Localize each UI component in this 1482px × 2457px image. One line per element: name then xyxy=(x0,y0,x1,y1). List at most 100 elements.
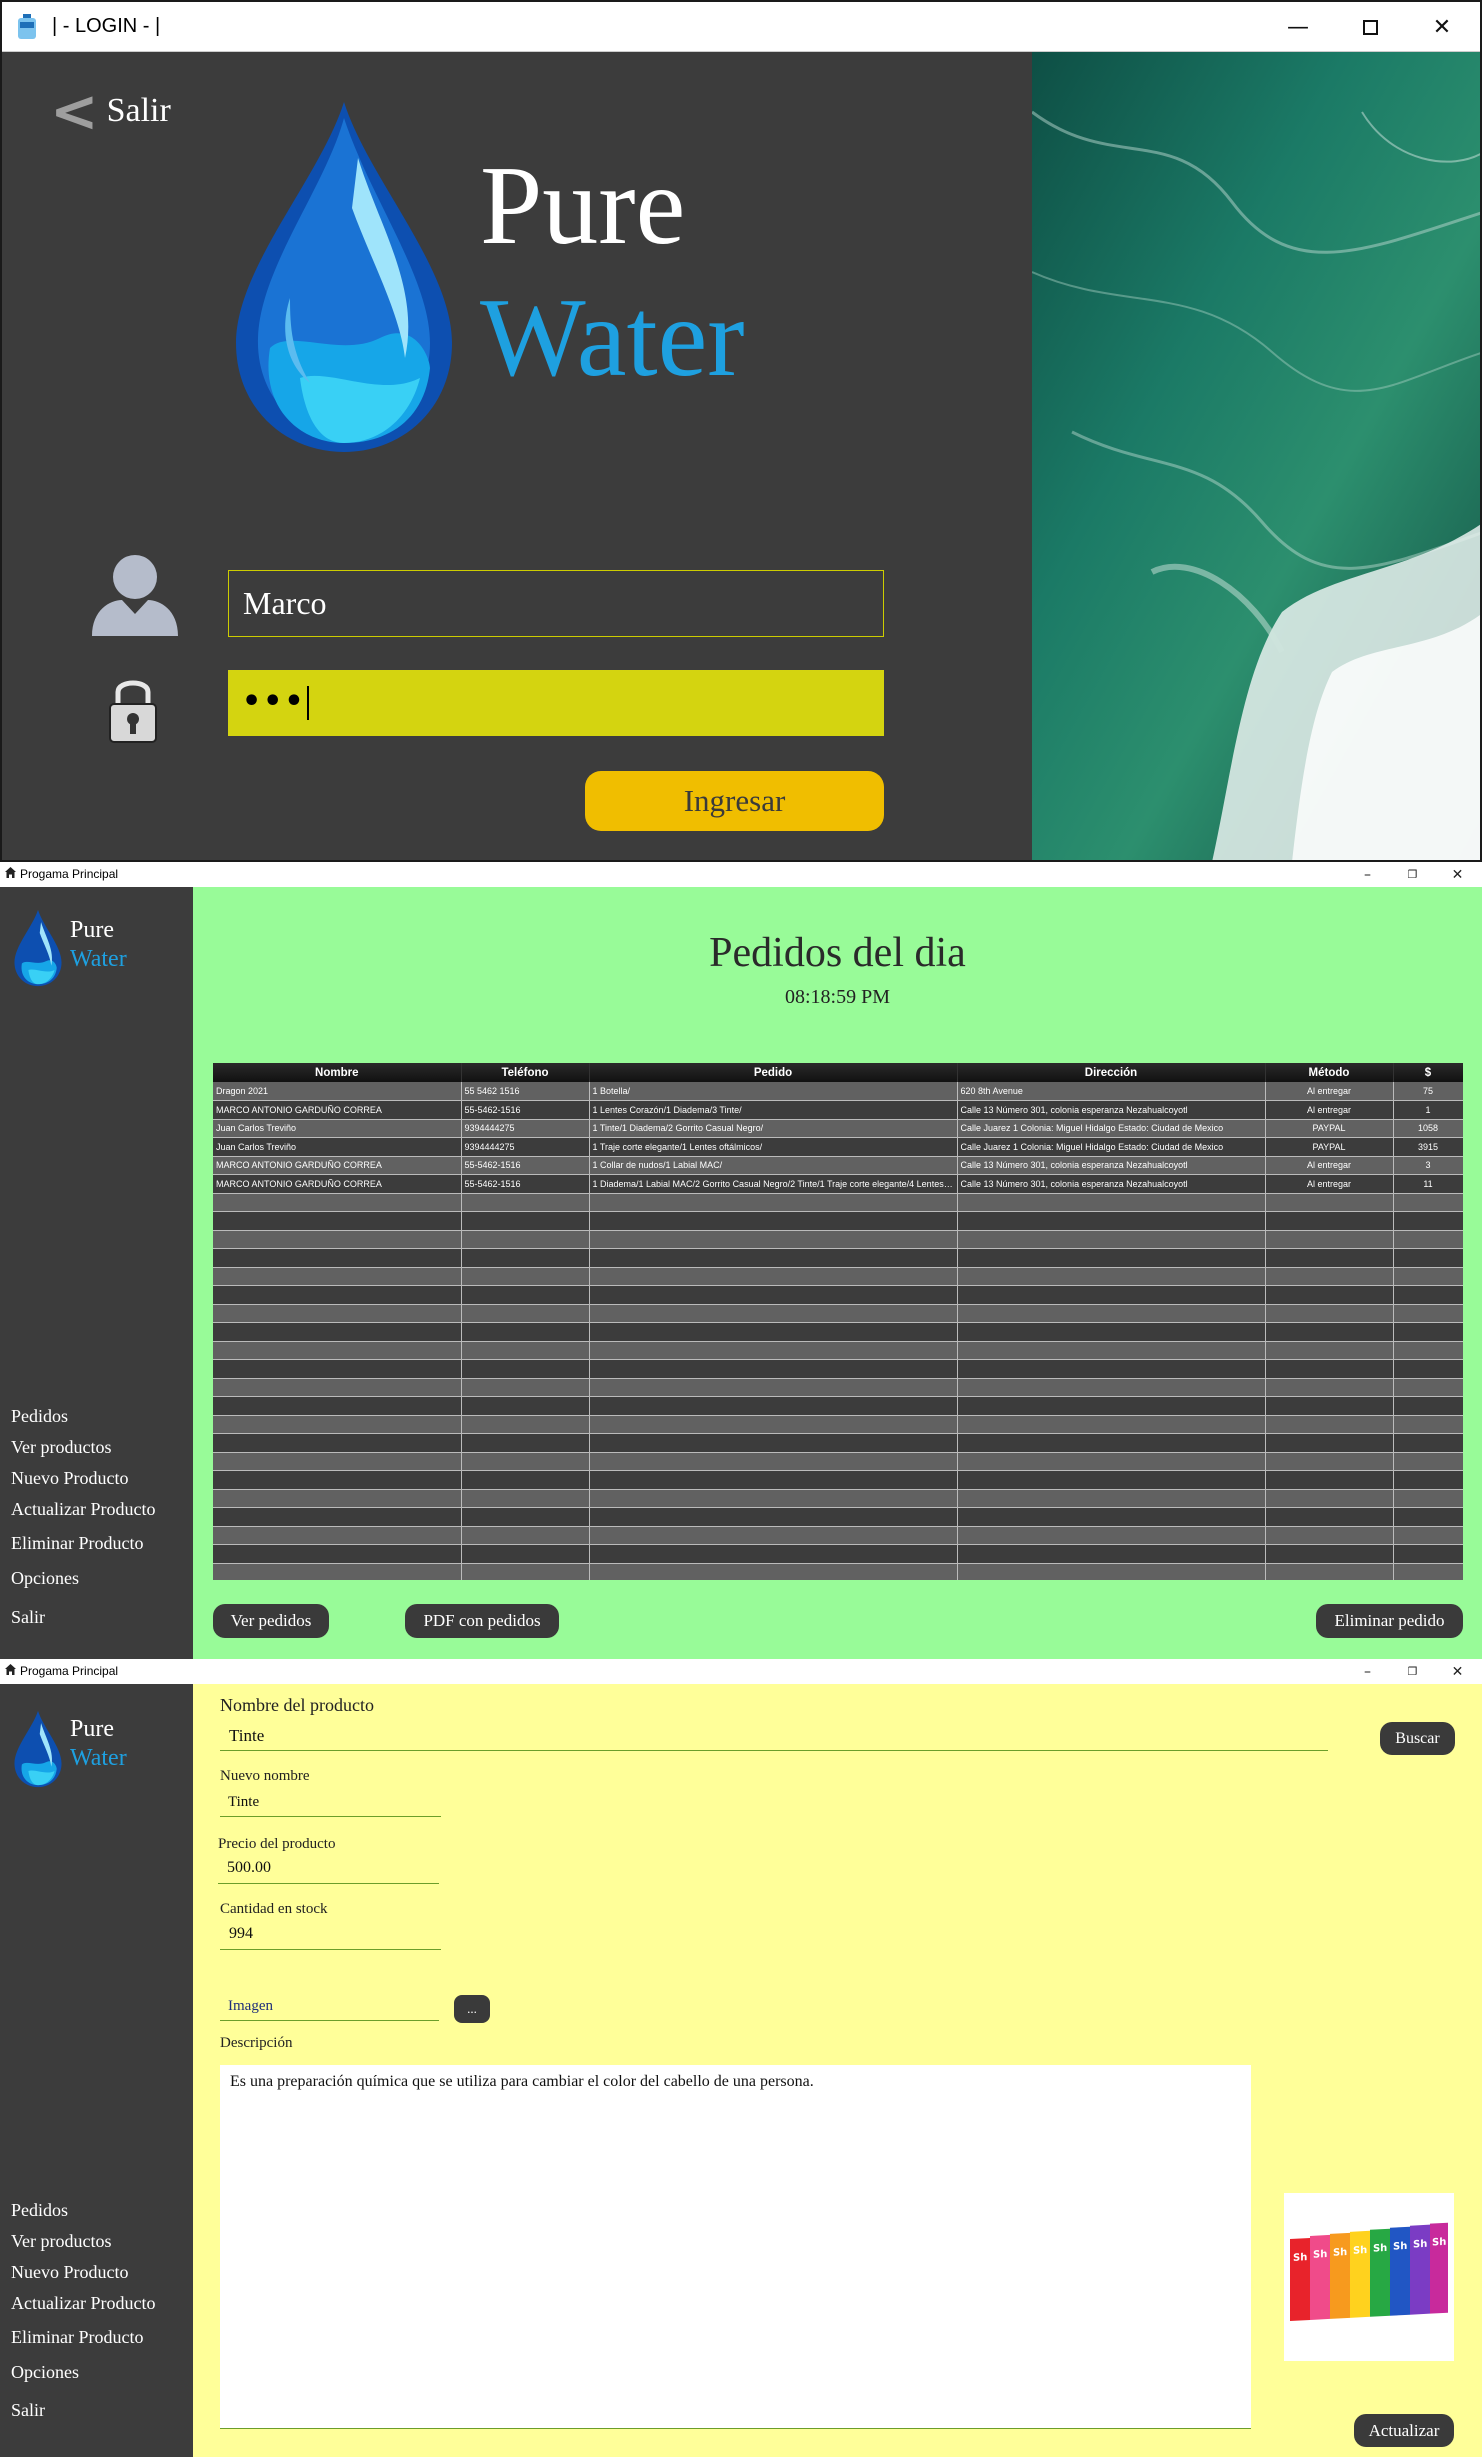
water-drop-icon xyxy=(14,1710,62,1788)
table-cell xyxy=(957,1526,1266,1545)
price-field[interactable]: 500.00 xyxy=(218,1856,439,1884)
update-window-title: Progama Principal xyxy=(20,1664,119,1678)
close-icon: ✕ xyxy=(1451,866,1464,883)
svg-text:Sh: Sh xyxy=(1333,2247,1347,2259)
table-cell xyxy=(213,1489,462,1508)
empty-table-row[interactable] xyxy=(213,1359,1463,1379)
table-row[interactable]: Dragon 2021 55 5462 1516 1 Botella/620 8th… xyxy=(213,1082,1463,1101)
stock-field[interactable]: 994 xyxy=(220,1922,441,1950)
home-icon xyxy=(5,1664,16,1675)
close-button[interactable]: ✕ xyxy=(1435,862,1480,887)
nav-salir[interactable]: Salir xyxy=(11,2400,45,2421)
table-cell xyxy=(461,1211,590,1231)
empty-table-row[interactable] xyxy=(213,1470,1463,1490)
empty-table-row[interactable] xyxy=(213,1285,1463,1305)
column-header-telefono[interactable]: Teléfono xyxy=(461,1063,590,1082)
table-cell xyxy=(1393,1285,1463,1305)
empty-table-row[interactable] xyxy=(213,1415,1463,1434)
empty-table-row[interactable] xyxy=(213,1544,1463,1564)
nav-actualizar-producto[interactable]: Actualizar Producto xyxy=(11,2293,155,2314)
nav-ver-productos[interactable]: Ver productos xyxy=(11,1437,111,1458)
close-icon: ✕ xyxy=(1451,1663,1464,1680)
column-header-direccion[interactable]: Dirección xyxy=(957,1063,1266,1082)
minimize-button[interactable]: — xyxy=(1262,2,1334,52)
nav-ver-productos[interactable]: Ver productos xyxy=(11,2231,111,2252)
empty-table-row[interactable] xyxy=(213,1211,1463,1231)
empty-table-row[interactable] xyxy=(213,1489,1463,1508)
nav-salir[interactable]: Salir xyxy=(11,1607,45,1628)
delete-order-button[interactable]: Eliminar pedido xyxy=(1316,1604,1463,1638)
password-mask: ••• xyxy=(242,684,306,719)
nav-opciones[interactable]: Opciones xyxy=(11,1568,79,1589)
table-cell xyxy=(957,1211,1266,1231)
nav-eliminar-producto[interactable]: Eliminar Producto xyxy=(11,1533,143,1554)
table-row[interactable]: Juan Carlos Treviño 9394444275 1 Traje cor… xyxy=(213,1137,1463,1157)
table-cell xyxy=(589,1470,958,1490)
table-cell: Al entregar xyxy=(1265,1156,1394,1175)
empty-table-row[interactable] xyxy=(213,1304,1463,1323)
table-cell xyxy=(1393,1248,1463,1268)
empty-table-row[interactable] xyxy=(213,1267,1463,1286)
nav-actualizar-producto[interactable]: Actualizar Producto xyxy=(11,1499,155,1520)
close-button[interactable]: ✕ xyxy=(1435,1659,1480,1684)
table-cell xyxy=(1393,1322,1463,1342)
search-button[interactable]: Buscar xyxy=(1380,1722,1455,1755)
empty-table-row[interactable] xyxy=(213,1322,1463,1342)
username-field[interactable]: Marco xyxy=(228,570,884,637)
nav-eliminar-producto[interactable]: Eliminar Producto xyxy=(11,2327,143,2348)
login-titlebar: | - LOGIN - | — ✕ xyxy=(2,2,1480,52)
table-cell xyxy=(1265,1396,1394,1416)
restore-button[interactable]: ❐ xyxy=(1390,862,1435,887)
table-row[interactable]: Juan Carlos Treviño 9394444275 1 Tinte/1 D… xyxy=(213,1119,1463,1138)
table-cell xyxy=(1393,1359,1463,1379)
description-textarea[interactable]: Es una preparación química que se utiliz… xyxy=(220,2065,1251,2429)
view-orders-button[interactable]: Ver pedidos xyxy=(213,1604,329,1638)
nav-opciones[interactable]: Opciones xyxy=(11,2362,79,2383)
table-cell: Calle 13 Número 301, colonia esperanza N… xyxy=(957,1100,1266,1120)
table-cell xyxy=(1393,1470,1463,1490)
nav-nuevo-producto[interactable]: Nuevo Producto xyxy=(11,1468,128,1489)
password-field[interactable]: ••• xyxy=(228,670,884,736)
table-cell: 1 Tinte/1 Diadema/2 Gorrito Casual Negro… xyxy=(589,1119,958,1138)
empty-table-row[interactable] xyxy=(213,1378,1463,1397)
empty-table-row[interactable] xyxy=(213,1341,1463,1360)
table-row[interactable]: MARCO ANTONIO GARDUÑO CORREA 55-5462-1516… xyxy=(213,1174,1463,1194)
product-name-field[interactable]: Tinte xyxy=(220,1724,1328,1751)
orders-table[interactable]: Nombre Teléfono Pedido Dirección Método … xyxy=(213,1063,1463,1580)
nav-pedidos[interactable]: Pedidos xyxy=(11,1406,68,1427)
table-row[interactable]: MARCO ANTONIO GARDUÑO CORREA 55-5462-1516… xyxy=(213,1100,1463,1120)
empty-table-row[interactable] xyxy=(213,1507,1463,1527)
browse-image-button[interactable]: ... xyxy=(454,1995,490,2023)
empty-table-row[interactable] xyxy=(213,1526,1463,1545)
nav-nuevo-producto[interactable]: Nuevo Producto xyxy=(11,2262,128,2283)
empty-table-row[interactable] xyxy=(213,1396,1463,1416)
column-header-metodo[interactable]: Método xyxy=(1265,1063,1394,1082)
empty-table-row[interactable] xyxy=(213,1248,1463,1268)
table-cell xyxy=(1265,1341,1394,1360)
nav-pedidos[interactable]: Pedidos xyxy=(11,2200,68,2221)
column-header-total[interactable]: $ xyxy=(1393,1063,1463,1082)
back-button[interactable]: < Salir xyxy=(50,82,171,140)
new-name-field[interactable]: Tinte xyxy=(220,1790,441,1817)
column-header-nombre[interactable]: Nombre xyxy=(213,1063,462,1082)
empty-table-row[interactable] xyxy=(213,1452,1463,1471)
table-row[interactable]: MARCO ANTONIO GARDUÑO CORREA 55-5462-1516… xyxy=(213,1156,1463,1175)
close-button[interactable]: ✕ xyxy=(1406,2,1478,52)
table-cell xyxy=(461,1248,590,1268)
table-cell xyxy=(589,1193,958,1212)
minimize-button[interactable]: – xyxy=(1345,1659,1390,1684)
maximize-button[interactable] xyxy=(1334,2,1406,52)
restore-button[interactable]: ❐ xyxy=(1390,1659,1435,1684)
table-cell xyxy=(1393,1544,1463,1564)
water-drop-icon xyxy=(14,909,62,987)
empty-table-row[interactable] xyxy=(213,1193,1463,1212)
minimize-button[interactable]: – xyxy=(1345,862,1390,887)
empty-table-row[interactable] xyxy=(213,1230,1463,1249)
update-button[interactable]: Actualizar xyxy=(1354,2414,1454,2447)
pdf-orders-button[interactable]: PDF con pedidos xyxy=(405,1604,559,1638)
empty-table-row[interactable] xyxy=(213,1563,1463,1580)
column-header-pedido[interactable]: Pedido xyxy=(589,1063,958,1082)
image-field[interactable]: Imagen xyxy=(220,1994,439,2021)
empty-table-row[interactable] xyxy=(213,1433,1463,1453)
login-submit-button[interactable]: Ingresar xyxy=(585,771,884,831)
